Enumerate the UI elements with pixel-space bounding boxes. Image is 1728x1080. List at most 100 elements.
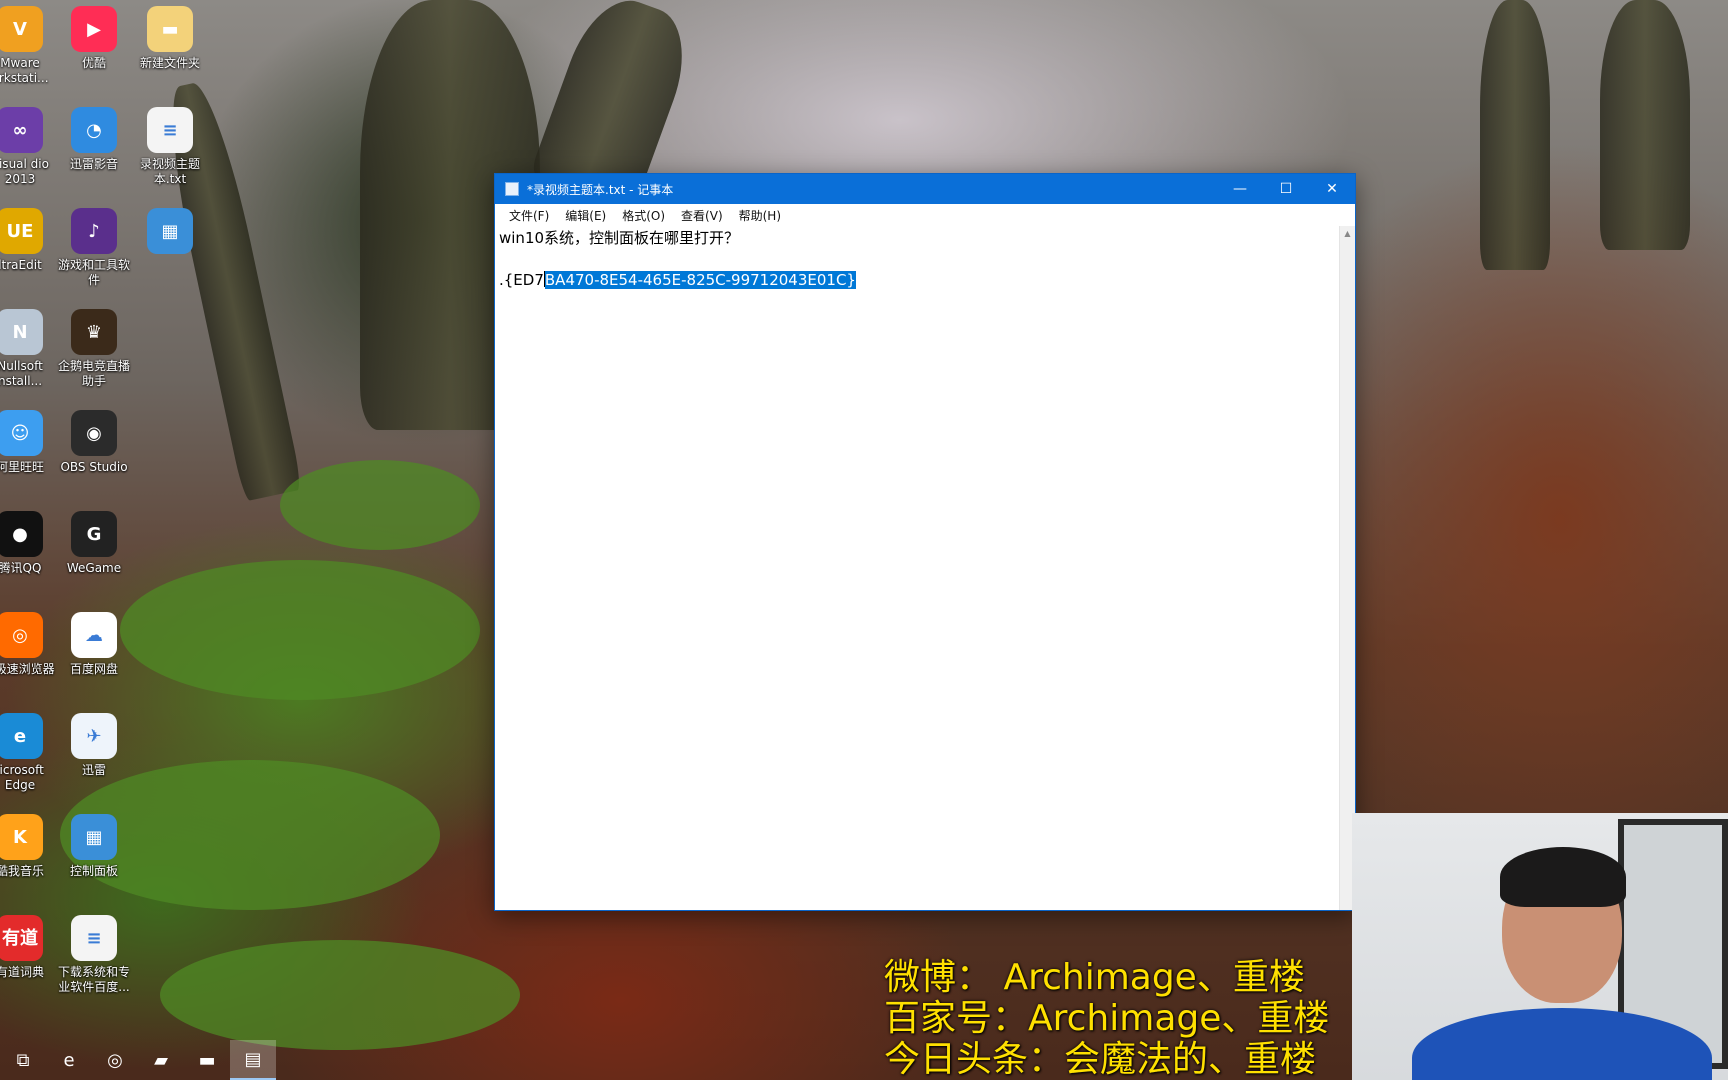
window-title: *录视频主题本.txt - 记事本 xyxy=(527,182,674,197)
shortcut-label: ltraEdit xyxy=(0,258,42,272)
desktop-shortcut[interactable]: ♛ 企鹅电竞直播助手 xyxy=(56,309,132,389)
close-button[interactable]: ✕ xyxy=(1309,174,1355,204)
editor-line-3: .{ED7BA470-8E54-465E-825C-99712043E01C} xyxy=(499,270,1335,291)
menu-file[interactable]: 文件(F) xyxy=(501,207,557,224)
text-file-icon: ≡ xyxy=(147,107,193,153)
browser-icon[interactable]: ◎ xyxy=(92,1040,138,1080)
shortcut-label: 迅雷影音 xyxy=(69,157,118,171)
menu-edit[interactable]: 编辑(E) xyxy=(557,207,614,224)
desktop-shortcut[interactable]: ● 腾讯QQ xyxy=(0,511,58,576)
shortcut-label: 腾讯QQ xyxy=(0,561,42,575)
shortcut-label: 游戏和工具软件 xyxy=(57,258,130,287)
desktop-shortcut[interactable]: ≡ 下载系统和专业软件百度... xyxy=(56,915,132,995)
text-file-icon: ≡ xyxy=(71,915,117,961)
desktop-shortcut[interactable]: UE ltraEdit xyxy=(0,208,58,273)
shortcut-label: 新建文件夹 xyxy=(139,56,200,70)
desktop-shortcut[interactable]: ◉ OBS Studio xyxy=(56,410,132,475)
minimize-button[interactable]: — xyxy=(1217,174,1263,204)
desktop-shortcut[interactable]: V Mware orkstati... xyxy=(0,6,58,86)
desktop-shortcut[interactable]: ☺ 阿里旺旺 xyxy=(0,410,58,475)
file-explorer-icon[interactable]: ▬ xyxy=(184,1040,230,1080)
nsis-icon: N xyxy=(0,309,43,355)
folder-app-icon[interactable]: ▰ xyxy=(138,1040,184,1080)
title-bar[interactable]: *录视频主题本.txt - 记事本 — ☐ ✕ xyxy=(495,174,1355,204)
shortcut-label: Nullsoft nstall... xyxy=(0,359,43,388)
caption-weibo: 微博： Archimage、重楼 xyxy=(884,957,1305,998)
shortcut-label: 百度网盘 xyxy=(69,662,118,676)
desktop-shortcut[interactable]: ◔ 迅雷影音 xyxy=(56,107,132,172)
obs-icon: ◉ xyxy=(71,410,117,456)
shortcut-label: 下载系统和专业软件百度... xyxy=(57,965,130,994)
shortcut-label: D极速浏览器 xyxy=(0,662,55,676)
youku-icon: ▶ xyxy=(71,6,117,52)
desktop-shortcut[interactable]: K 酷我音乐 xyxy=(0,814,58,879)
desktop-shortcut[interactable]: ▦ 控制面板 xyxy=(56,814,132,879)
shortcut-label: 有道词典 xyxy=(0,965,44,979)
kuwo-music-icon: K xyxy=(0,814,43,860)
selected-text[interactable]: BA470-8E54-465E-825C-99712043E01C} xyxy=(544,271,856,289)
notepad-window[interactable]: *录视频主题本.txt - 记事本 — ☐ ✕ 文件(F) 编辑(E) 格式(O… xyxy=(494,173,1356,911)
vmware-icon: V xyxy=(0,6,43,52)
shortcut-label: 迅雷 xyxy=(81,763,106,777)
desktop-shortcut[interactable]: ☁ 百度网盘 xyxy=(56,612,132,677)
desktop-shortcut[interactable]: ♪ 游戏和工具软件 xyxy=(56,208,132,288)
line-prefix: .{ED7 xyxy=(499,271,544,289)
desktop-shortcut[interactable]: ◎ D极速浏览器 xyxy=(0,612,58,677)
desktop-shortcut[interactable]: N Nullsoft nstall... xyxy=(0,309,58,389)
visual-studio-icon: ∞ xyxy=(0,107,43,153)
menu-bar: 文件(F) 编辑(E) 格式(O) 查看(V) 帮助(H) xyxy=(495,204,1355,226)
shortcut-label: Mware orkstati... xyxy=(0,56,49,85)
editor-line-1: win10系统，控制面板在哪里打开？ xyxy=(499,229,740,247)
music-note-icon: ♪ xyxy=(71,208,117,254)
notepad-icon[interactable]: ▤ xyxy=(230,1040,276,1080)
control-panel-icon: ▦ xyxy=(71,814,117,860)
shortcut-label: Visual dio 2013 xyxy=(0,157,49,186)
shortcut-label: 优酷 xyxy=(81,56,106,70)
edge-icon[interactable]: e xyxy=(46,1040,92,1080)
qq-icon: ● xyxy=(0,511,43,557)
wegame-icon: G xyxy=(71,511,117,557)
desktop-shortcut[interactable]: ▬ 新建文件夹 xyxy=(132,6,208,71)
menu-help[interactable]: 帮助(H) xyxy=(731,207,789,224)
shortcut-label: 酷我音乐 xyxy=(0,864,44,878)
desktop-shortcut[interactable]: G WeGame xyxy=(56,511,132,576)
desktop-shortcut[interactable]: ▦ xyxy=(132,208,208,258)
menu-format[interactable]: 格式(O) xyxy=(614,207,673,224)
shortcut-label: OBS Studio xyxy=(60,460,128,474)
xunlei-icon: ✈ xyxy=(71,713,117,759)
control-panel-shortcut-icon: ▦ xyxy=(147,208,193,254)
shortcut-label: 控制面板 xyxy=(69,864,118,878)
xunlei-player-icon: ◔ xyxy=(71,107,117,153)
shortcut-label: 录视频主题本.txt xyxy=(139,157,200,186)
youdao-icon: 有道 xyxy=(0,915,43,961)
notepad-icon xyxy=(505,182,519,196)
shortcut-label: 阿里旺旺 xyxy=(0,460,44,474)
text-editor[interactable]: win10系统，控制面板在哪里打开？ .{ED7BA470-8E54-465E-… xyxy=(495,226,1339,910)
folder-icon: ▬ xyxy=(147,6,193,52)
vertical-scrollbar[interactable]: ▲ xyxy=(1339,226,1355,910)
desktop-shortcut[interactable]: ▶ 优酷 xyxy=(56,6,132,71)
webcam-overlay xyxy=(1352,813,1728,1080)
caption-baijiahao: 百家号：Archimage、重楼 xyxy=(884,998,1330,1039)
task-view-icon[interactable]: ⧉ xyxy=(0,1040,46,1080)
edge-icon: e xyxy=(0,713,43,759)
shortcut-label: licrosoft Edge xyxy=(0,763,44,792)
ultraedit-icon: UE xyxy=(0,208,43,254)
webcam-person-hair xyxy=(1500,847,1626,907)
maximize-button[interactable]: ☐ xyxy=(1263,174,1309,204)
shortcut-label: WeGame xyxy=(66,561,122,575)
browser-icon: ◎ xyxy=(0,612,43,658)
penguin-esports-icon: ♛ xyxy=(71,309,117,355)
scroll-up-icon[interactable]: ▲ xyxy=(1340,226,1355,242)
menu-view[interactable]: 查看(V) xyxy=(673,207,731,224)
desktop-shortcut[interactable]: ∞ Visual dio 2013 xyxy=(0,107,58,187)
desktop-shortcut[interactable]: e licrosoft Edge xyxy=(0,713,58,793)
aliwangwang-icon: ☺ xyxy=(0,410,43,456)
baidu-netdisk-icon: ☁ xyxy=(71,612,117,658)
desktop-shortcut[interactable]: ✈ 迅雷 xyxy=(56,713,132,778)
desktop-shortcut[interactable]: 有道 有道词典 xyxy=(0,915,58,980)
desktop-shortcut[interactable]: ≡ 录视频主题本.txt xyxy=(132,107,208,187)
taskbar: ⧉ e ◎ ▰ ▬ ▤ xyxy=(0,1040,1352,1080)
shortcut-label: 企鹅电竞直播助手 xyxy=(57,359,130,388)
editor-line-2 xyxy=(499,249,1335,270)
